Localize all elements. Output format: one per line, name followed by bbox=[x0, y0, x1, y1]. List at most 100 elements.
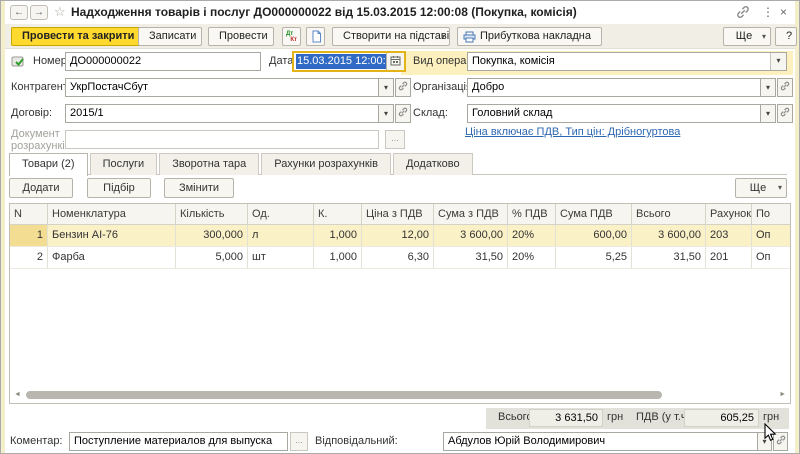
table-row[interactable]: 1 Бензин АІ-76 300,000 л 1,000 12,00 3 6… bbox=[10, 225, 791, 247]
responsible-dropdown-button[interactable]: ▾ bbox=[758, 432, 772, 451]
write-button[interactable]: Записати bbox=[138, 27, 202, 46]
cell-vat-sum: 600,00 bbox=[556, 225, 632, 246]
responsible-open-icon[interactable] bbox=[773, 432, 788, 451]
counterparty-dropdown-button[interactable]: ▾ bbox=[379, 78, 394, 97]
cell-tax-purpose: Оп bbox=[752, 225, 791, 246]
footer-bar: Коментар: Поступление материалов для вып… bbox=[5, 431, 795, 452]
table-row[interactable]: 2 Фарба 5,000 шт 1,000 6,30 31,50 20% 5,… bbox=[10, 247, 791, 269]
counterparty-field[interactable]: УкрПостачСбут bbox=[65, 78, 379, 97]
scroll-right-icon[interactable]: ► bbox=[779, 391, 786, 398]
print-receipt-invoice-button[interactable]: Прибуткова накладна bbox=[457, 27, 602, 46]
contract-dropdown-button[interactable]: ▾ bbox=[379, 104, 394, 123]
post-and-close-button[interactable]: Провести та закрити bbox=[11, 27, 145, 46]
organization-open-icon[interactable] bbox=[777, 78, 793, 97]
vat-value: 605,25 bbox=[684, 409, 759, 427]
total-value: 3 631,50 bbox=[529, 409, 603, 427]
organization-label: Організація: bbox=[413, 78, 475, 97]
comment-select-button[interactable]: ... bbox=[290, 432, 308, 451]
contract-field[interactable]: 2015/1 bbox=[65, 104, 379, 123]
cell-total: 31,50 bbox=[632, 247, 706, 268]
table-header-row: N Номенклатура Кількість Од. К. Ціна з П… bbox=[10, 204, 791, 225]
responsible-label: Відповідальний: bbox=[315, 432, 398, 451]
counterparty-open-icon[interactable] bbox=[395, 78, 411, 97]
favorite-star-icon[interactable]: ☆ bbox=[54, 4, 66, 20]
table-command-bar: Додати Підбір Змінити Ще ▾ bbox=[9, 178, 789, 199]
cell-nomenclature: Бензин АІ-76 bbox=[48, 225, 176, 246]
cell-total: 3 600,00 bbox=[632, 225, 706, 246]
cell-n: 1 bbox=[10, 225, 48, 246]
toolbar: Провести та закрити Записати Провести Дт… bbox=[5, 24, 795, 49]
warehouse-open-icon[interactable] bbox=[777, 104, 793, 123]
tab-additional[interactable]: Додатково bbox=[393, 153, 473, 175]
column-header[interactable]: Сума з ПДВ bbox=[434, 204, 508, 224]
price-type-link[interactable]: Ціна включає ПДВ, Тип цін: Дрібногуртова bbox=[465, 126, 680, 138]
document-header-form: Номер: ДО000000022 Дата: 15.03.2015 12:0… bbox=[5, 49, 795, 151]
post-button[interactable]: Провести bbox=[208, 27, 274, 46]
column-header[interactable]: Ціна з ПДВ bbox=[362, 204, 434, 224]
tab-settlement-accounts[interactable]: Рахунки розрахунків bbox=[261, 153, 391, 175]
show-postings-button[interactable]: Дт Кт bbox=[282, 27, 301, 46]
warehouse-field[interactable]: Головний склад bbox=[467, 104, 761, 123]
column-header[interactable]: Всього bbox=[632, 204, 706, 224]
tab-returnable-packaging[interactable]: Зворотна тара bbox=[159, 153, 259, 175]
column-header[interactable]: Номенклатура bbox=[48, 204, 176, 224]
window-right-border bbox=[795, 1, 799, 453]
horizontal-scrollbar[interactable]: ◄ ► bbox=[12, 390, 788, 400]
cell-k: 1,000 bbox=[314, 247, 362, 268]
settlement-doc-select-button[interactable]: ... bbox=[385, 130, 405, 149]
column-header[interactable]: По bbox=[752, 204, 791, 224]
tab-services[interactable]: Послуги bbox=[90, 153, 158, 175]
settlement-doc-field[interactable] bbox=[65, 130, 379, 149]
contract-open-icon[interactable] bbox=[395, 104, 411, 123]
cell-unit: л bbox=[248, 225, 314, 246]
cell-vat-sum: 5,25 bbox=[556, 247, 632, 268]
number-field[interactable]: ДО000000022 bbox=[65, 52, 261, 71]
change-button[interactable]: Змінити bbox=[164, 178, 234, 198]
operation-type-combobox[interactable]: Покупка, комісія ▾ bbox=[467, 52, 787, 71]
chevron-down-icon[interactable]: ▾ bbox=[770, 53, 786, 70]
warehouse-label: Склад: bbox=[413, 104, 448, 123]
organization-dropdown-button[interactable]: ▾ bbox=[761, 78, 776, 97]
toolbar-more-button[interactable]: Ще ▾ bbox=[723, 27, 771, 46]
close-icon[interactable]: × bbox=[780, 5, 787, 19]
forward-button[interactable]: → bbox=[30, 5, 48, 20]
comment-field[interactable]: Поступление материалов для выпуска bbox=[69, 432, 288, 451]
pick-button[interactable]: Підбір bbox=[87, 178, 151, 198]
date-field[interactable]: 15.03.2015 12:00:08 bbox=[292, 51, 406, 72]
column-header[interactable]: Сума ПДВ bbox=[556, 204, 632, 224]
window-menu-icon[interactable]: ⋮ bbox=[762, 5, 774, 19]
window-title: Надходження товарів і послуг ДО000000022… bbox=[71, 5, 577, 19]
tab-goods[interactable]: Товари (2) bbox=[9, 153, 88, 176]
document-window: ← → ☆ Надходження товарів і послуг ДО000… bbox=[0, 0, 800, 454]
get-link-icon[interactable] bbox=[736, 5, 750, 19]
add-row-button[interactable]: Додати bbox=[9, 178, 73, 198]
comment-label: Коментар: bbox=[10, 432, 63, 451]
chevron-down-icon: ▾ bbox=[441, 28, 445, 45]
cell-nomenclature: Фарба bbox=[48, 247, 176, 268]
table-more-button[interactable]: Ще ▾ bbox=[735, 178, 787, 198]
back-button[interactable]: ← bbox=[10, 5, 28, 20]
cell-account: 203 bbox=[706, 225, 752, 246]
calendar-icon[interactable] bbox=[386, 53, 404, 70]
column-header[interactable]: Рахунок bbox=[706, 204, 752, 224]
organization-field[interactable]: Добро bbox=[467, 78, 761, 97]
title-bar: ← → ☆ Надходження товарів і послуг ДО000… bbox=[5, 1, 795, 24]
chevron-down-icon: ▾ bbox=[762, 28, 766, 45]
cell-account: 201 bbox=[706, 247, 752, 268]
help-button[interactable]: ? bbox=[775, 27, 797, 46]
scroll-left-icon[interactable]: ◄ bbox=[14, 391, 21, 398]
cell-unit: шт bbox=[248, 247, 314, 268]
column-header[interactable]: Од. bbox=[248, 204, 314, 224]
scrollbar-thumb[interactable] bbox=[26, 391, 662, 399]
currency-label: грн bbox=[607, 411, 623, 423]
column-header[interactable]: % ПДВ bbox=[508, 204, 556, 224]
create-based-on-button[interactable]: Створити на підставі ▾ bbox=[332, 27, 450, 46]
column-header[interactable]: К. bbox=[314, 204, 362, 224]
totals-panel: Всього: 3 631,50 грн ПДВ (у т.ч.): 605,2… bbox=[486, 408, 789, 429]
document-structure-button[interactable] bbox=[306, 27, 325, 46]
column-header[interactable]: Кількість bbox=[176, 204, 248, 224]
column-header[interactable]: N bbox=[10, 204, 48, 224]
responsible-field[interactable]: Абдулов Юрій Володимирович bbox=[443, 432, 758, 451]
warehouse-dropdown-button[interactable]: ▾ bbox=[761, 104, 776, 123]
cell-quantity: 300,000 bbox=[176, 225, 248, 246]
